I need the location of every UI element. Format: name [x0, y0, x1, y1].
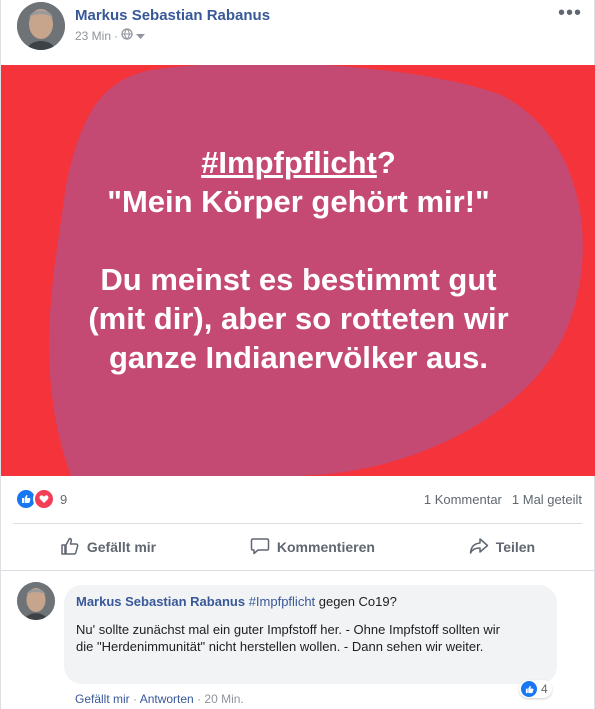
banner-line-5: ganze Indianervölker aus. [108, 340, 489, 375]
meta-separator: · [114, 28, 119, 43]
comment-headline-rest: gegen Co19? [315, 594, 397, 609]
comment-hashtag[interactable]: #Impfpflicht [249, 594, 315, 609]
comment-reactions[interactable]: 4 [519, 680, 552, 698]
share-label: Teilen [495, 539, 536, 555]
comment-label: Kommentieren [276, 539, 375, 555]
banner-line-4: (mit dir), aber so rotteten wir [88, 301, 509, 336]
author-avatar[interactable] [17, 2, 65, 50]
comment-time[interactable]: 20 Min. [204, 692, 243, 706]
chevron-down-icon[interactable] [136, 29, 146, 43]
meta-separator: · [129, 692, 140, 706]
globe-icon[interactable] [121, 28, 133, 43]
banner-text: #Impfpflicht? "Mein Körper gehört mir!" … [1, 143, 595, 377]
comment-body: Nu' sollte zunächst mal ein guter Impfst… [76, 622, 500, 654]
comment-bubble: Markus Sebastian Rabanus #Impfpflicht ge… [64, 585, 557, 684]
comment-count-link[interactable]: 1 Kommentar [424, 492, 502, 507]
speech-bubble-icon [250, 536, 270, 559]
banner-line-2: "Mein Körper gehört mir!" [107, 184, 490, 219]
banner-hashtag-suffix: ? [376, 145, 396, 180]
commenter-name[interactable]: Markus Sebastian Rabanus [76, 594, 245, 609]
like-label: Gefällt mir [86, 539, 157, 555]
meta-separator: · [193, 692, 205, 706]
post-time[interactable]: 23 Min [75, 29, 111, 43]
like-icon [521, 681, 537, 697]
like-button[interactable]: Gefällt mir [60, 536, 156, 559]
banner-line-3: Du meinst es bestimmt gut [100, 262, 497, 297]
banner-hashtag[interactable]: #Impfpflicht [201, 145, 377, 180]
post-image[interactable]: #Impfpflicht? "Mein Körper gehört mir!" … [1, 65, 595, 476]
thumbs-up-icon [60, 536, 80, 559]
commenter-avatar[interactable] [17, 582, 55, 620]
comment-headline: Markus Sebastian Rabanus #Impfpflicht ge… [76, 593, 545, 610]
reaction-summary[interactable]: 9 [15, 488, 67, 510]
comment-button[interactable]: Kommentieren [250, 536, 375, 559]
post-card: Markus Sebastian Rabanus 23 Min · ••• #I… [0, 0, 595, 709]
comment-like-link[interactable]: Gefällt mir [75, 692, 130, 706]
comment-reaction-count: 4 [541, 682, 548, 696]
love-icon [33, 488, 55, 510]
banner-line-1: #Impfpflicht? [1, 143, 595, 182]
post-meta: 23 Min · [75, 28, 146, 43]
divider [1, 570, 594, 571]
comment-meta: Gefällt mir · Antworten · 20 Min. [75, 692, 244, 706]
share-button[interactable]: Teilen [469, 536, 535, 559]
more-options-button[interactable]: ••• [558, 2, 582, 25]
banner-spacer [1, 221, 595, 260]
share-arrow-icon [469, 536, 489, 559]
comment-reply-link[interactable]: Antworten [140, 692, 194, 706]
share-count-link[interactable]: 1 Mal geteilt [512, 492, 582, 507]
divider [13, 523, 582, 524]
post-stats: 1 Kommentar 1 Mal geteilt [424, 492, 582, 507]
author-name[interactable]: Markus Sebastian Rabanus [75, 7, 270, 24]
post-actions: Gefällt mir Kommentieren Teilen [13, 527, 582, 567]
reaction-count: 9 [60, 491, 68, 507]
